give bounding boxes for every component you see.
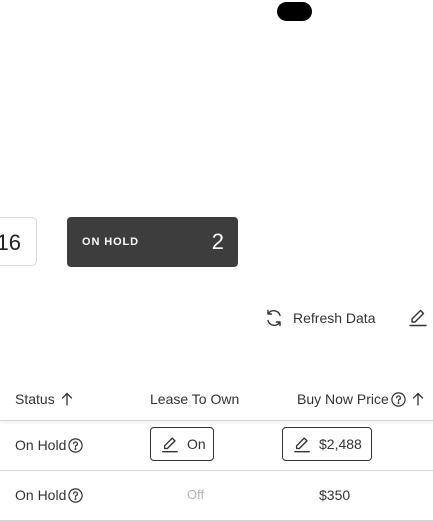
page: 16 ON HOLD 2 Refresh Data Status Lease T…: [0, 0, 433, 521]
status-cell: On Hold: [15, 487, 84, 503]
lease-to-own-value: Off: [187, 487, 205, 502]
stat-card-count: 16: [0, 230, 21, 255]
stat-card-on-hold[interactable]: ON HOLD 2: [67, 217, 238, 267]
help-circle-icon[interactable]: [391, 391, 406, 407]
table-row[interactable]: On Hold Off $350: [0, 471, 433, 521]
column-header-buy-now-price[interactable]: Buy Now Price: [297, 391, 424, 407]
status-text: On Hold: [15, 487, 67, 503]
status-text: On Hold: [15, 437, 67, 453]
refresh-icon: [264, 308, 284, 328]
column-header-label: Buy Now Price: [297, 391, 389, 407]
column-header-lease-to-own[interactable]: Lease To Own: [150, 391, 239, 407]
lease-to-own-edit-button[interactable]: On: [150, 427, 214, 461]
buy-now-price-value: $350: [319, 487, 351, 503]
buy-now-price-edit-button[interactable]: $2,488: [282, 427, 372, 461]
column-header-label: Status: [15, 391, 55, 407]
pencil-icon: [161, 435, 179, 453]
edit-icon[interactable]: [408, 307, 428, 327]
help-circle-icon[interactable]: [68, 487, 84, 503]
sort-arrow-up-icon: [412, 392, 424, 406]
pencil-icon: [293, 435, 311, 453]
buy-now-price-value: $2,488: [319, 436, 362, 452]
stat-card[interactable]: 16: [0, 217, 37, 266]
refresh-data-button[interactable]: Refresh Data: [264, 306, 375, 330]
table-row[interactable]: On Hold On $2,488: [0, 421, 433, 471]
status-cell: On Hold: [15, 437, 84, 453]
table-header: Status Lease To Own Buy Now Price: [0, 378, 433, 421]
lease-to-own-value: On: [187, 436, 206, 452]
redacted-blob: [277, 2, 312, 21]
stat-card-label: ON HOLD: [82, 236, 140, 248]
inventory-table: Status Lease To Own Buy Now Price On Hol…: [0, 378, 433, 521]
stat-card-count: 2: [211, 229, 224, 254]
column-header-label: Lease To Own: [150, 391, 240, 407]
help-circle-icon[interactable]: [68, 437, 84, 453]
column-header-status[interactable]: Status: [15, 391, 73, 407]
sort-arrow-up-icon: [61, 392, 73, 406]
refresh-data-label: Refresh Data: [293, 310, 376, 326]
